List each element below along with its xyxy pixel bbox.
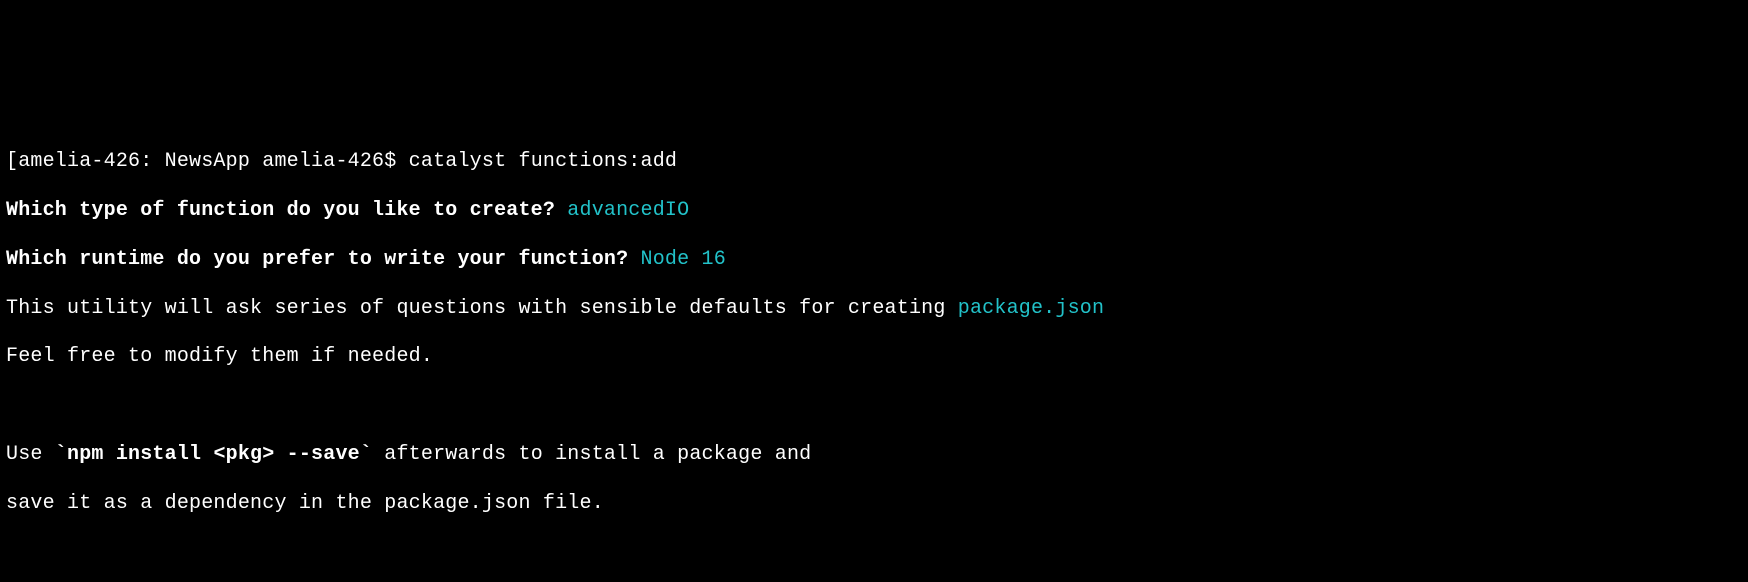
question-type-line: Which type of function do you like to cr…	[6, 199, 1742, 223]
save-line: save it as a dependency in the package.j…	[6, 492, 1742, 516]
prompt-command: catalyst functions:add	[409, 150, 677, 173]
question-type-label: Which type of function do you like to cr…	[6, 199, 567, 222]
utility-prefix: This utility will ask series of question…	[6, 297, 958, 320]
modify-line: Feel free to modify them if needed.	[6, 345, 1742, 369]
question-type-answer: advancedIO	[567, 199, 689, 222]
use-line: Use `npm install <pkg> --save` afterward…	[6, 443, 1742, 467]
utility-line: This utility will ask series of question…	[6, 297, 1742, 321]
use-suffix: afterwards to install a package and	[372, 443, 811, 466]
utility-filename: package.json	[958, 297, 1104, 320]
question-runtime-answer: Node 16	[641, 248, 726, 271]
use-code: `npm install <pkg> --save`	[55, 443, 372, 466]
question-runtime-line: Which runtime do you prefer to write you…	[6, 248, 1742, 272]
prompt-line: [amelia-426: NewsApp amelia-426$ catalys…	[6, 150, 1742, 174]
blank-line-1	[6, 394, 1742, 418]
bracket-open: [	[6, 150, 18, 173]
prompt-host-path: amelia-426: NewsApp amelia-426$	[18, 150, 408, 173]
blank-line-2	[6, 541, 1742, 565]
question-runtime-label: Which runtime do you prefer to write you…	[6, 248, 641, 271]
terminal-output: [amelia-426: NewsApp amelia-426$ catalys…	[0, 122, 1748, 582]
use-prefix: Use	[6, 443, 55, 466]
